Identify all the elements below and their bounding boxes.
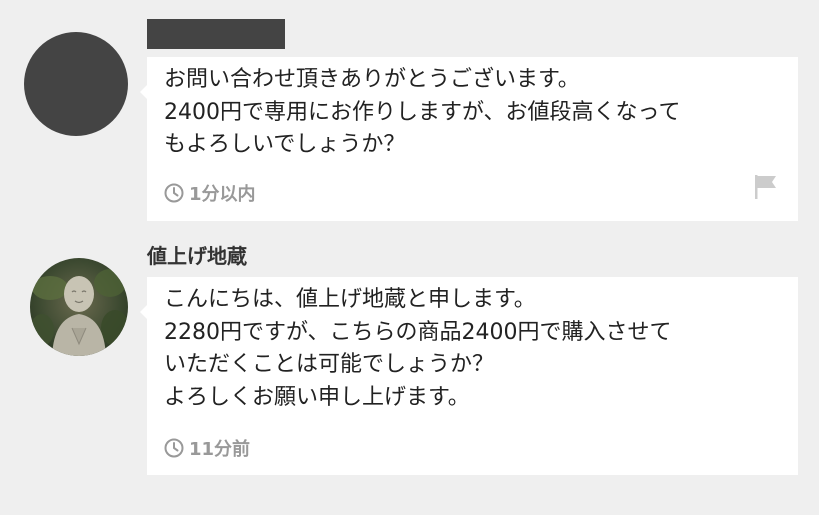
sender-name[interactable]: 値上げ地蔵 <box>147 240 247 269</box>
message-text: こんにちは、値上げ地蔵と申します。 2280円ですが、こちらの商品2400円で購… <box>164 284 786 414</box>
message-line: こんにちは、値上げ地蔵と申します。 <box>164 287 536 312</box>
clock-icon <box>164 438 184 458</box>
message-line: 2280円ですが、こちらの商品2400円で購入させて <box>164 319 672 345</box>
message-line: よろしくお願い申し上げます。 <box>164 384 470 410</box>
avatar[interactable] <box>30 258 128 356</box>
jizo-statue-image <box>30 269 128 356</box>
message-timestamp: 11分前 <box>164 435 250 461</box>
timestamp-text: 11分前 <box>189 439 251 460</box>
message-line: いただくことは可能でしょうか？ <box>164 352 495 377</box>
message-2: 値上げ地蔵 こんにちは、値上げ地蔵と申します。 2280円ですが、こちらの商品2… <box>0 0 819 515</box>
message-bubble: こんにちは、値上げ地蔵と申します。 2280円ですが、こちらの商品2400円で購… <box>140 277 798 475</box>
